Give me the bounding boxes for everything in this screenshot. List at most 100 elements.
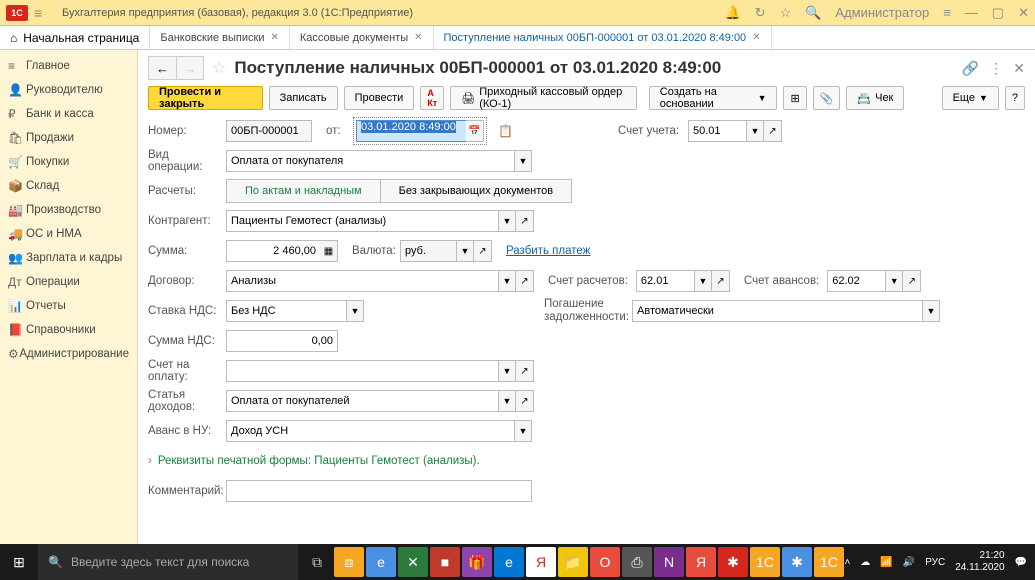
- sidebar-item-bank[interactable]: ₽Банк и касса: [0, 102, 137, 126]
- bell-icon[interactable]: 🔔: [724, 5, 740, 21]
- dtkt-button[interactable]: АКт: [420, 86, 444, 110]
- windows-start-button[interactable]: ⊞: [0, 544, 38, 580]
- open-icon[interactable]: ↗: [712, 270, 730, 292]
- restore-icon[interactable]: ▢: [992, 5, 1004, 21]
- app-icon[interactable]: ⎙: [622, 547, 652, 577]
- app-icon[interactable]: O: [590, 547, 620, 577]
- open-icon[interactable]: ↗: [516, 270, 534, 292]
- chevron-down-icon[interactable]: ▼: [498, 360, 516, 382]
- app-icon[interactable]: ✕: [398, 547, 428, 577]
- forward-button[interactable]: →: [176, 56, 204, 80]
- acc-advance-input[interactable]: [827, 270, 885, 292]
- sidebar-item-assets[interactable]: 🚚ОС и НМА: [0, 222, 137, 246]
- sidebar-item-salary[interactable]: 👥Зарплата и кадры: [0, 246, 137, 270]
- star-icon[interactable]: ☆: [780, 5, 792, 21]
- income-input[interactable]: [226, 390, 498, 412]
- user-label[interactable]: Администратор: [835, 5, 929, 20]
- chevron-down-icon[interactable]: ▼: [346, 300, 364, 322]
- chevron-down-icon[interactable]: ▼: [456, 240, 474, 262]
- advance-nu-select[interactable]: [226, 420, 514, 442]
- currency-input[interactable]: [400, 240, 456, 262]
- comment-input[interactable]: [226, 480, 532, 502]
- app-icon[interactable]: 📁: [558, 547, 588, 577]
- close-icon[interactable]: ✕: [414, 32, 422, 43]
- chevron-down-icon[interactable]: ▼: [885, 270, 903, 292]
- more-button[interactable]: Еще▼: [942, 86, 999, 110]
- open-icon[interactable]: ↗: [516, 390, 534, 412]
- structure-button[interactable]: ⊞: [783, 86, 806, 110]
- vat-rate-select[interactable]: [226, 300, 346, 322]
- calendar-icon[interactable]: 📅: [466, 120, 484, 142]
- app-icon[interactable]: Я: [686, 547, 716, 577]
- check-button[interactable]: 📇Чек: [846, 86, 904, 110]
- acc-settl-input[interactable]: [636, 270, 694, 292]
- tab-bank[interactable]: Банковские выписки✕: [150, 26, 290, 49]
- invoice-input[interactable]: [226, 360, 498, 382]
- chevron-down-icon[interactable]: ▼: [498, 390, 516, 412]
- open-icon[interactable]: ↗: [903, 270, 921, 292]
- contract-input[interactable]: [226, 270, 498, 292]
- chevron-down-icon[interactable]: ▼: [746, 120, 764, 142]
- print-order-button[interactable]: 🖨Приходный кассовый ордер (КО-1): [450, 86, 637, 110]
- app-icon[interactable]: e: [494, 547, 524, 577]
- number-input[interactable]: [226, 120, 312, 142]
- chevron-down-icon[interactable]: ▼: [694, 270, 712, 292]
- star-icon[interactable]: ☆: [212, 58, 226, 78]
- app-icon[interactable]: ✱: [782, 547, 812, 577]
- calc-icon[interactable]: ▦: [320, 240, 338, 262]
- app-icon[interactable]: e: [366, 547, 396, 577]
- tray-chevron-icon[interactable]: ˄: [844, 557, 850, 568]
- sidebar-item-sales[interactable]: 🛍Продажи: [0, 126, 137, 150]
- settings-icon[interactable]: ≡: [943, 5, 951, 20]
- app-icon[interactable]: 1С: [750, 547, 780, 577]
- open-icon[interactable]: ↗: [764, 120, 782, 142]
- sidebar-item-catalogs[interactable]: 📕Справочники: [0, 318, 137, 342]
- help-button[interactable]: ?: [1005, 86, 1025, 110]
- status-icon[interactable]: 📋: [498, 124, 513, 138]
- seg-no-closing[interactable]: Без закрывающих документов: [380, 179, 573, 203]
- chevron-down-icon[interactable]: ▼: [498, 210, 516, 232]
- vat-sum-input[interactable]: [226, 330, 338, 352]
- app-icon[interactable]: ■: [430, 547, 460, 577]
- sidebar-item-manager[interactable]: 👤Руководителю: [0, 78, 137, 102]
- open-icon[interactable]: ↗: [516, 360, 534, 382]
- close-icon[interactable]: ✕: [1013, 60, 1025, 77]
- app-icon[interactable]: 1С: [814, 547, 844, 577]
- clock[interactable]: 21:20 24.11.2020: [955, 550, 1004, 574]
- tab-home[interactable]: ⌂ Начальная страница: [0, 26, 150, 49]
- tab-cash[interactable]: Кассовые документы✕: [290, 26, 434, 49]
- chevron-down-icon[interactable]: ▼: [514, 420, 532, 442]
- sidebar-item-admin[interactable]: ⚙Администрирование: [0, 342, 137, 366]
- app-icon[interactable]: ⧈: [334, 547, 364, 577]
- more-icon[interactable]: ⋮: [989, 60, 1003, 77]
- lang-indicator[interactable]: РУС: [925, 557, 945, 568]
- back-button[interactable]: ←: [148, 56, 176, 80]
- save-button[interactable]: Записать: [269, 86, 338, 110]
- chevron-down-icon[interactable]: ▼: [514, 150, 532, 172]
- link-icon[interactable]: 🔗: [962, 60, 979, 77]
- app-icon[interactable]: ✱: [718, 547, 748, 577]
- app-icon[interactable]: Я: [526, 547, 556, 577]
- close-icon[interactable]: ✕: [270, 32, 278, 43]
- chevron-down-icon[interactable]: ▼: [498, 270, 516, 292]
- sidebar-item-main[interactable]: ≡Главное: [0, 54, 137, 78]
- taskview-icon[interactable]: ⧉: [302, 547, 332, 577]
- history-icon[interactable]: ↻: [755, 5, 766, 21]
- app-icon[interactable]: N: [654, 547, 684, 577]
- sum-input[interactable]: [226, 240, 320, 262]
- seg-by-acts[interactable]: По актам и накладным: [226, 179, 380, 203]
- onedrive-icon[interactable]: ☁: [860, 557, 870, 568]
- split-payment-link[interactable]: Разбить платеж: [506, 245, 590, 257]
- counterparty-input[interactable]: [226, 210, 498, 232]
- sidebar-item-operations[interactable]: ДтОперации: [0, 270, 137, 294]
- create-based-button[interactable]: Создать на основании▼: [649, 86, 778, 110]
- sidebar-item-purchases[interactable]: 🛒Покупки: [0, 150, 137, 174]
- app-icon[interactable]: 🎁: [462, 547, 492, 577]
- post-close-button[interactable]: Провести и закрыть: [148, 86, 263, 110]
- volume-icon[interactable]: 🔊: [903, 557, 915, 568]
- tab-receipt[interactable]: Поступление наличных 00БП-000001 от 03.0…: [434, 26, 772, 49]
- sidebar-item-warehouse[interactable]: 📦Склад: [0, 174, 137, 198]
- open-icon[interactable]: ↗: [474, 240, 492, 262]
- post-button[interactable]: Провести: [344, 86, 415, 110]
- sidebar-item-reports[interactable]: 📊Отчеты: [0, 294, 137, 318]
